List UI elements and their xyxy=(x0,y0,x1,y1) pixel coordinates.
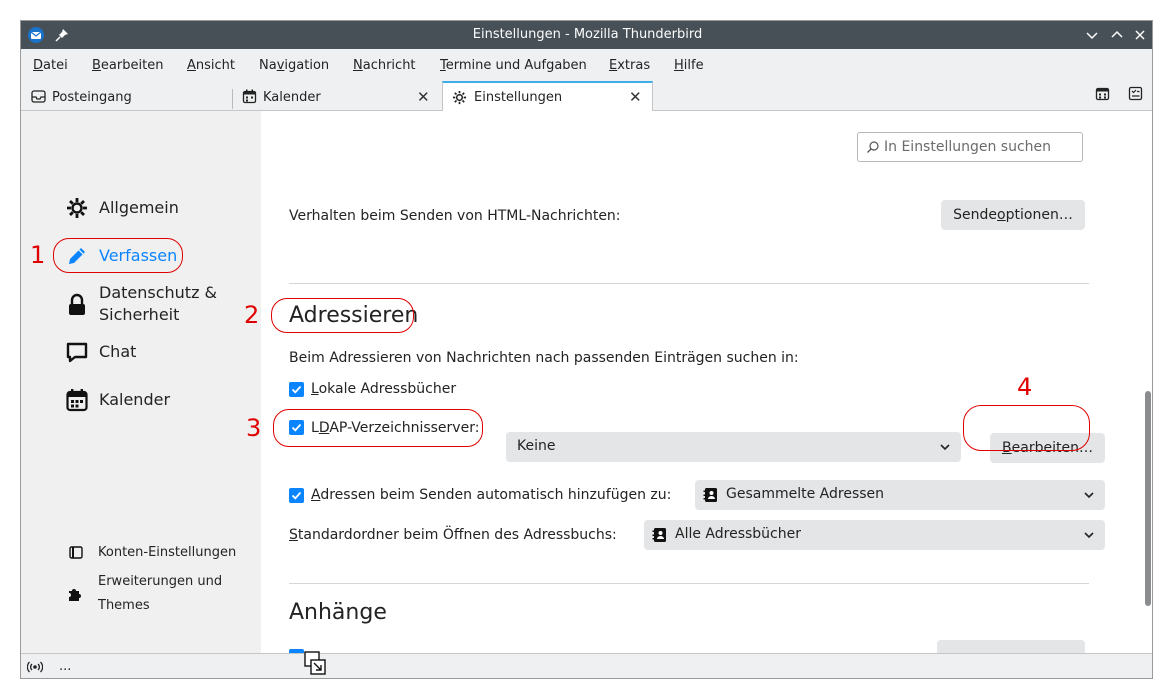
tab-einstellungen[interactable]: Einstellungen ✕ xyxy=(442,81,653,111)
chevron-down-icon xyxy=(1084,532,1094,539)
sidebar-item-label: Kalender xyxy=(99,390,171,409)
sidebar-item-label: Chat xyxy=(99,342,137,361)
inbox-icon xyxy=(31,90,46,103)
gear-icon xyxy=(67,198,87,218)
annotation-number: 2 xyxy=(244,301,260,329)
menu-extras[interactable]: Extras xyxy=(609,58,650,73)
search-placeholder: In Einstellungen suchen xyxy=(884,139,1052,155)
settings-sidebar: Allgemein Verfassen Datenschutz & Sicher… xyxy=(21,111,261,653)
menu-hilfe[interactable]: Hilfe xyxy=(674,58,704,73)
content-scrollbar[interactable] xyxy=(1142,111,1152,653)
online-status-icon[interactable] xyxy=(27,661,43,673)
tab-bar: Posteingang Kalender ✕ Einstellungen ✕ xyxy=(21,77,1152,111)
sidebar-footer-label: Konten-Einstellungen xyxy=(98,545,237,560)
gear-icon xyxy=(452,90,467,105)
local-addressbooks-checkbox[interactable] xyxy=(289,382,304,397)
address-book-icon xyxy=(703,488,717,502)
tab-label: Einstellungen xyxy=(474,90,563,105)
auto-add-label[interactable]: Adressen beim Senden automatisch hinzufü… xyxy=(311,487,671,503)
menu-ansicht[interactable]: Ansicht xyxy=(187,58,235,73)
drag-cursor-icon xyxy=(304,651,326,675)
sidebar-footer-label: Themes xyxy=(98,598,150,613)
section-divider xyxy=(289,283,1089,284)
close-tab-icon[interactable]: ✕ xyxy=(417,88,430,106)
addressing-intro: Beim Adressieren von Nachrichten nach pa… xyxy=(289,350,799,366)
menu-nachricht[interactable]: Nachricht xyxy=(353,58,416,73)
annotation-number: 4 xyxy=(1017,373,1033,401)
close-tab-icon[interactable]: ✕ xyxy=(629,88,642,106)
annotation-ellipse xyxy=(273,409,483,447)
tab-label: Posteingang xyxy=(52,90,132,105)
local-addressbooks-label[interactable]: Lokale Adressbücher xyxy=(311,381,456,397)
lock-icon xyxy=(69,293,85,315)
app-window: Einstellungen - Mozilla Thunderbird Date… xyxy=(20,20,1153,679)
tasks-icon[interactable] xyxy=(1128,86,1143,101)
annotation-ellipse xyxy=(271,298,414,333)
menu-termine[interactable]: Termine und Aufgaben xyxy=(440,58,587,73)
account-book-icon xyxy=(69,546,83,559)
address-book-icon xyxy=(652,528,666,542)
scrollbar-thumb[interactable] xyxy=(1145,391,1151,606)
maximize-icon[interactable] xyxy=(1106,24,1128,46)
menu-datei[interactable]: Datei xyxy=(33,58,68,73)
select-value: Alle Adressbücher xyxy=(675,526,801,542)
sidebar-footer-label: Erweiterungen und xyxy=(98,574,223,589)
default-folder-select[interactable]: Alle Adressbücher xyxy=(644,520,1105,550)
section-heading-anhaenge: Anhänge xyxy=(289,600,387,625)
ldap-server-select[interactable]: Keine xyxy=(506,432,961,462)
status-text: ... xyxy=(59,659,72,674)
select-value: Gesammelte Adressen xyxy=(726,486,885,502)
calendar-icon xyxy=(66,389,88,412)
section-divider xyxy=(289,583,1089,584)
title-bar: Einstellungen - Mozilla Thunderbird xyxy=(21,21,1152,49)
annotation-ellipse xyxy=(53,238,183,273)
puzzle-piece-icon xyxy=(69,589,81,601)
select-value: Keine xyxy=(517,438,556,454)
html-send-label: Verhalten beim Senden von HTML-Nachricht… xyxy=(289,208,621,224)
collected-addresses-select[interactable]: Gesammelte Adressen xyxy=(695,480,1105,510)
close-icon[interactable] xyxy=(1129,24,1151,46)
settings-content: In Einstellungen suchen Verhalten beim S… xyxy=(261,111,1142,653)
attachment-button[interactable] xyxy=(937,640,1085,653)
chevron-down-icon xyxy=(940,444,950,451)
tab-label: Kalender xyxy=(263,90,321,105)
send-options-button[interactable]: Sendeoptionen… xyxy=(941,200,1085,230)
menu-bar: Datei Bearbeiten Ansicht Navigation Nach… xyxy=(21,49,1152,77)
sidebar-item-addons[interactable]: Erweiterungen und Themes xyxy=(67,572,257,618)
search-input[interactable]: In Einstellungen suchen xyxy=(857,132,1083,162)
status-bar: ... xyxy=(21,653,1152,678)
sidebar-item-konten[interactable]: Konten-Einstellungen xyxy=(69,544,249,562)
sidebar-item-label: Sicherheit xyxy=(99,305,180,324)
sidebar-item-label: Allgemein xyxy=(99,198,179,217)
chat-icon xyxy=(66,342,88,363)
window-title: Einstellungen - Mozilla Thunderbird xyxy=(472,27,703,42)
tab-posteingang[interactable]: Posteingang xyxy=(21,81,231,111)
tab-kalender[interactable]: Kalender ✕ xyxy=(233,81,441,111)
annotation-number: 3 xyxy=(246,414,262,442)
default-folder-label: Standardordner beim Öffnen des Adressbuc… xyxy=(289,527,617,543)
search-icon xyxy=(867,141,879,153)
auto-add-checkbox[interactable] xyxy=(289,488,304,503)
menu-navigation[interactable]: Navigation xyxy=(259,58,329,73)
calendar-icon xyxy=(242,89,257,104)
minimize-icon[interactable] xyxy=(1081,24,1103,46)
chevron-down-icon xyxy=(1084,492,1094,499)
annotation-ellipse xyxy=(963,405,1090,451)
calendar-icon[interactable] xyxy=(1095,86,1110,101)
annotation-number: 1 xyxy=(30,241,46,269)
menu-bearbeiten[interactable]: Bearbeiten xyxy=(92,58,163,73)
sidebar-item-label: Datenschutz & xyxy=(99,283,218,302)
